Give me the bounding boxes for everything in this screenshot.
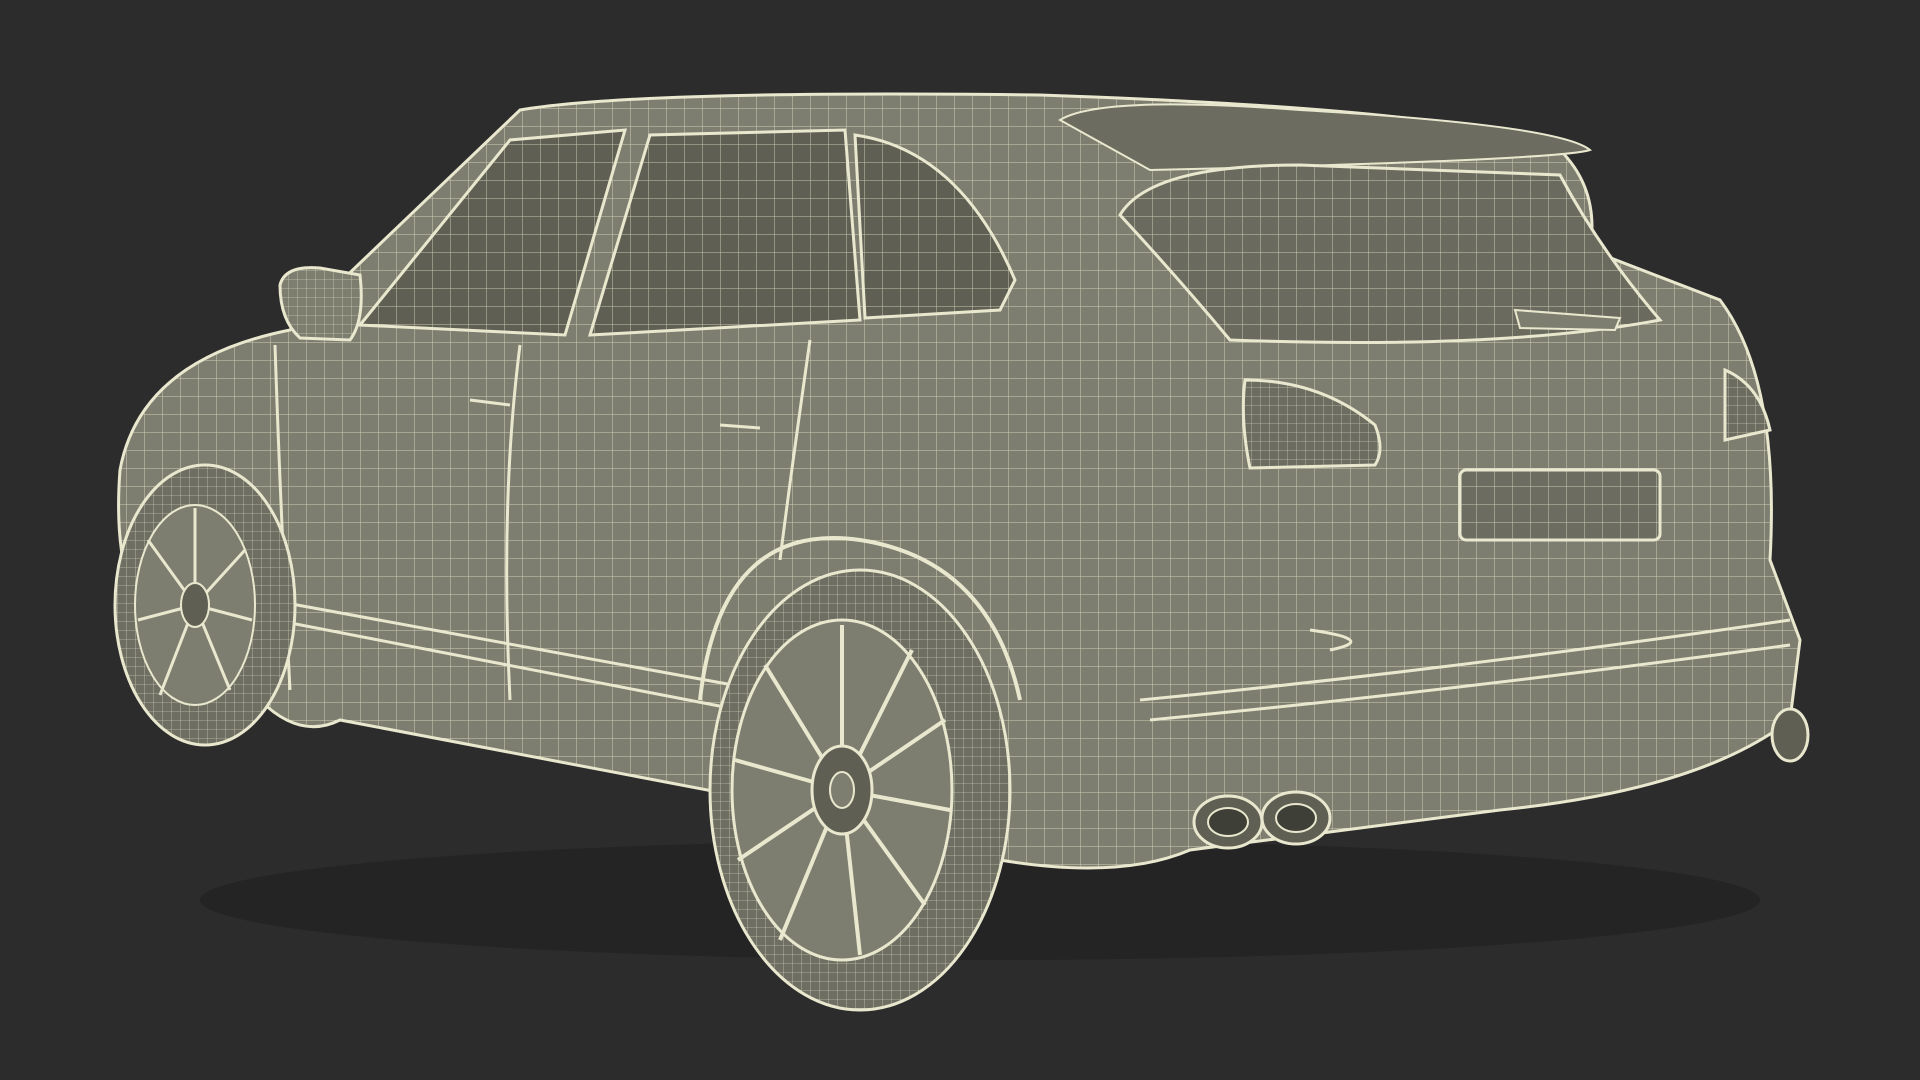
rear-wheel xyxy=(708,568,1012,1012)
license-plate xyxy=(1458,468,1662,542)
wireframe-car-render xyxy=(113,92,1810,1012)
side-windows xyxy=(356,128,1017,337)
side-mirror xyxy=(278,266,363,342)
render-viewport xyxy=(0,0,1920,1080)
front-wheel xyxy=(113,463,297,747)
